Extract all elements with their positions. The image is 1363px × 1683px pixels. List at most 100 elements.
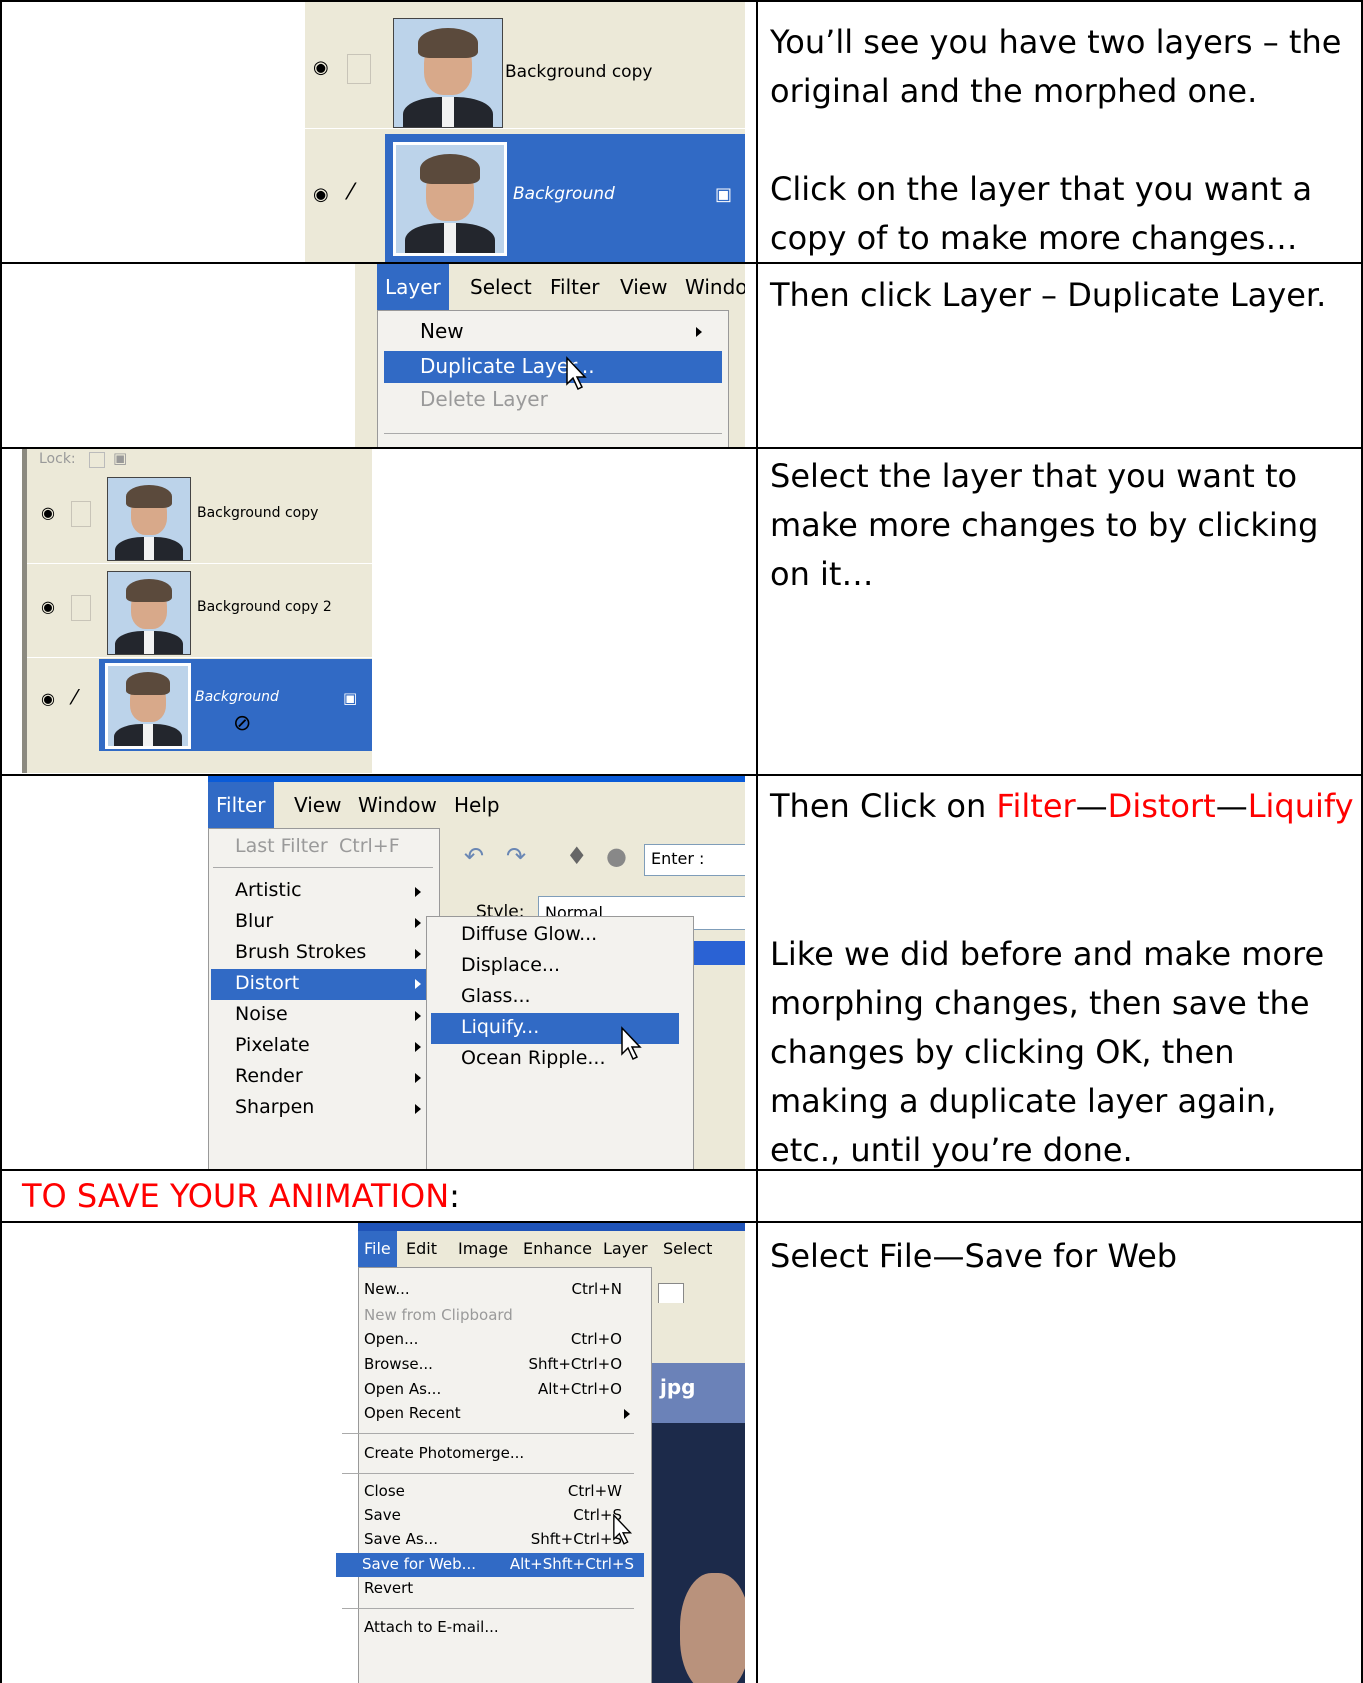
file-menu-item-label: Save xyxy=(364,1506,401,1524)
menu-item-glass[interactable]: Glass... xyxy=(461,985,531,1007)
menu-view[interactable]: View xyxy=(294,782,341,828)
menu-enhance[interactable]: Enhance xyxy=(523,1231,592,1267)
menu-item-blur[interactable]: Blur xyxy=(235,910,273,932)
file-menu-item[interactable]: New... Ctrl+N xyxy=(338,1278,638,1302)
undo-icon[interactable]: ↶ xyxy=(464,842,484,870)
eye-icon[interactable]: ◉ xyxy=(41,689,55,708)
file-menu-item[interactable]: Open... Ctrl+O xyxy=(338,1328,638,1352)
brush-icon[interactable]: ⁄ xyxy=(73,685,76,709)
file-menu-item-label: Close xyxy=(364,1482,405,1500)
file-menu-item[interactable]: Attach to E-mail... xyxy=(338,1616,638,1640)
file-menu-item-shortcut: Ctrl+O xyxy=(570,1330,622,1348)
layer-name: Background copy 2 xyxy=(197,599,332,615)
menu-item-distort[interactable]: Distort xyxy=(211,969,435,1000)
toolbar: ↶ ↷ ♦ ● Enter : xyxy=(446,832,745,882)
menu-window[interactable]: Window xyxy=(358,782,437,828)
menu-select[interactable]: Select xyxy=(470,264,532,310)
photo-face xyxy=(680,1573,745,1683)
menu-bar: File Edit Image Enhance Layer Select xyxy=(358,1231,745,1267)
dash: — xyxy=(1075,787,1108,825)
menu-item-pixelate[interactable]: Pixelate xyxy=(235,1034,310,1056)
menu-item-ocean-ripple[interactable]: Ocean Ripple... xyxy=(461,1047,606,1069)
row3-instruction: Select the layer that you want to make m… xyxy=(770,457,1319,593)
menu-item-delete-layer: Delete Layer xyxy=(420,387,548,411)
link-box[interactable] xyxy=(71,501,91,527)
menu-filter[interactable]: Filter xyxy=(550,264,600,310)
menu-item-label: Distort xyxy=(235,972,300,994)
submenu-arrow-icon xyxy=(415,1104,421,1114)
eye-icon[interactable]: ◉ xyxy=(41,503,55,522)
mouse-cursor-icon xyxy=(566,356,587,391)
layers-panel-screenshot: ◉ Background copy Background ▣ ◉ ⁄ xyxy=(305,2,745,262)
file-menu-item[interactable]: Open Recent xyxy=(338,1402,638,1426)
menu-help[interactable]: Help xyxy=(454,782,500,828)
menu-item-diffuse-glow[interactable]: Diffuse Glow... xyxy=(461,923,597,945)
menu-view[interactable]: View xyxy=(620,264,667,310)
link-box[interactable] xyxy=(71,595,91,621)
liquify-highlight: Liquify xyxy=(1247,787,1354,825)
filter-dropdown: Last Filter Ctrl+F Artistic Blur Brush S… xyxy=(208,828,440,1169)
menu-item-sharpen[interactable]: Sharpen xyxy=(235,1096,314,1118)
file-menu-item[interactable]: Close Ctrl+W xyxy=(338,1480,638,1504)
menu-item-duplicate-layer[interactable]: Duplicate Layer... xyxy=(384,351,722,383)
file-menu-item-label: Open... xyxy=(364,1330,419,1348)
menu-item-artistic[interactable]: Artistic xyxy=(235,879,302,901)
shapes-icon[interactable]: ● xyxy=(606,842,627,870)
layer-row[interactable]: ◉ Background copy xyxy=(305,2,745,129)
layer-row[interactable]: ◉ Background copy xyxy=(27,471,372,564)
menu-separator xyxy=(213,867,433,868)
file-menu-item-shortcut: Ctrl+W xyxy=(567,1482,622,1500)
menu-item-last-filter: Last Filter xyxy=(235,835,328,857)
redo-icon[interactable]: ↷ xyxy=(506,842,526,870)
file-menu-item[interactable]: Open As... Alt+Ctrl+O xyxy=(338,1378,638,1402)
file-menu-item[interactable]: Save As... Shft+Ctrl+S xyxy=(338,1528,638,1552)
file-menu-item[interactable]: Create Photomerge... xyxy=(338,1442,638,1466)
file-menu-item[interactable]: Revert xyxy=(338,1577,638,1601)
row2-instruction: Then click Layer – Duplicate Layer. xyxy=(770,276,1327,314)
menu-bar: Filter View Window Help xyxy=(208,782,745,828)
submenu-arrow-icon xyxy=(624,1409,630,1419)
layer-row-selected[interactable]: Background ▣ ⊘ xyxy=(99,659,372,751)
link-box[interactable] xyxy=(347,54,371,84)
file-menu-item-label: Save As... xyxy=(364,1530,438,1548)
file-menu-item-label: Create Photomerge... xyxy=(364,1444,525,1462)
stamp-icon[interactable]: ♦ xyxy=(566,842,588,870)
file-menu-item-label: Save for Web... xyxy=(362,1555,476,1573)
file-menu-item-label: Open Recent xyxy=(364,1404,461,1422)
layer-row[interactable]: ◉ Background copy 2 xyxy=(27,565,372,658)
row1-instruction-2: Click on the layer that you want a copy … xyxy=(770,170,1313,257)
menu-item-displace[interactable]: Displace... xyxy=(461,954,560,976)
menu-item-brush-strokes[interactable]: Brush Strokes xyxy=(235,941,366,963)
lock-label: Lock: xyxy=(39,451,76,467)
file-menu-item[interactable]: Save for Web... Alt+Shft+Ctrl+S xyxy=(336,1553,644,1577)
menu-window[interactable]: Windo xyxy=(685,264,745,310)
menu-layer[interactable]: Layer xyxy=(377,264,449,310)
file-menu-item[interactable]: Browse... Shft+Ctrl+O xyxy=(338,1353,638,1377)
file-menu-item[interactable]: Save Ctrl+S xyxy=(338,1504,638,1528)
eye-icon[interactable]: ◉ xyxy=(313,57,329,78)
distort-highlight: Distort xyxy=(1107,787,1216,825)
eye-icon[interactable]: ◉ xyxy=(41,597,55,616)
lock-icon: ▣ xyxy=(343,689,358,707)
menu-edit[interactable]: Edit xyxy=(406,1231,437,1267)
search-input[interactable]: Enter : xyxy=(644,844,745,876)
file-menu-item-shortcut: Alt+Shft+Ctrl+S xyxy=(509,1555,634,1573)
layer-row-selected[interactable]: Background ▣ xyxy=(385,134,745,262)
distort-submenu: Diffuse Glow... Displace... Glass... Liq… xyxy=(426,916,694,1169)
file-menu-item-label: Attach to E-mail... xyxy=(364,1618,499,1636)
lock-icon: ▣ xyxy=(715,184,733,205)
lock-transparency-icon[interactable] xyxy=(89,452,105,468)
menu-item-render[interactable]: Render xyxy=(235,1065,303,1087)
menu-file[interactable]: File xyxy=(358,1231,397,1267)
eye-icon[interactable]: ◉ xyxy=(313,184,329,205)
menu-layer[interactable]: Layer xyxy=(603,1231,648,1267)
menu-filter[interactable]: Filter xyxy=(208,782,274,828)
submenu-arrow-icon xyxy=(415,949,421,959)
menu-item-noise[interactable]: Noise xyxy=(235,1003,288,1025)
brush-icon[interactable]: ⁄ xyxy=(349,180,353,205)
menu-item-new[interactable]: New xyxy=(420,319,464,343)
lock-all-icon[interactable]: ▣ xyxy=(113,449,127,467)
menu-select[interactable]: Select xyxy=(663,1231,712,1267)
menu-image[interactable]: Image xyxy=(458,1231,508,1267)
menu-separator xyxy=(342,1473,634,1474)
